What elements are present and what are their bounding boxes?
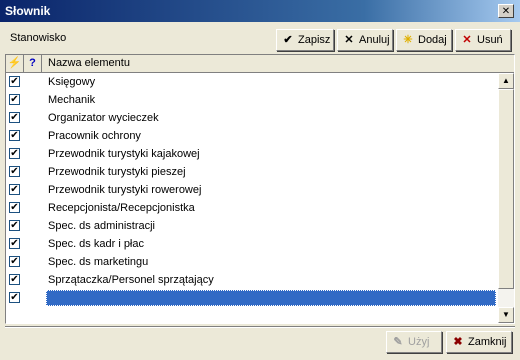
grid-rows: ✔ Księgowy ✔ Mechanik ✔ Organizator wyciecz… (6, 73, 496, 307)
save-button[interactable]: ✔ Zapisz (276, 29, 334, 51)
use-button-label: Użyj (408, 336, 430, 348)
row-checkbox[interactable]: ✔ (9, 220, 20, 231)
row-label: Spec. ds marketingu (48, 256, 149, 268)
row-checkbox[interactable]: ✔ (9, 184, 20, 195)
row-label: Organizator wycieczek (48, 112, 159, 124)
cancel-button[interactable]: ✕ Anuluj (337, 29, 393, 51)
table-row[interactable]: ✔ Księgowy (6, 73, 496, 91)
row-checkbox[interactable]: ✔ (9, 166, 20, 177)
sparkle-icon: ✳ (403, 34, 413, 46)
close-window-button[interactable]: ✕ (498, 4, 514, 18)
table-row[interactable]: ✔ Spec. ds kadr i płac (6, 235, 496, 253)
lightning-icon: ⚡ (7, 57, 22, 69)
table-row[interactable]: ✔ Mechanik (6, 91, 496, 109)
row-checkbox[interactable]: ✔ (9, 112, 20, 123)
table-row[interactable]: ✔ Spec. ds marketingu (6, 253, 496, 271)
dictionary-name-label: Stanowisko (10, 32, 67, 44)
close-icon: ✕ (501, 6, 511, 17)
row-label: Spec. ds kadr i płac (48, 238, 144, 250)
row-label: Recepcjonista/Recepcjonistka (48, 202, 195, 214)
close-x-icon: ✖ (453, 336, 463, 348)
row-checkbox[interactable]: ✔ (9, 202, 20, 213)
row-label: Księgowy (48, 76, 96, 88)
delete-button[interactable]: ✕ Usuń (455, 29, 511, 51)
row-checkbox[interactable]: ✔ (9, 94, 20, 105)
pencil-icon: ✎ (393, 336, 403, 348)
selected-row-editor[interactable] (46, 290, 496, 306)
col-header-flag[interactable]: ⚡ (6, 55, 24, 73)
table-row[interactable]: ✔ Spec. ds administracji (6, 217, 496, 235)
row-label: Pracownik ochrony (48, 130, 141, 142)
table-row[interactable]: ✔ Recepcjonista/Recepcjonistka (6, 199, 496, 217)
table-row[interactable]: ✔ Przewodnik turystyki kajakowej (6, 145, 496, 163)
add-button[interactable]: ✳ Dodaj (396, 29, 452, 51)
items-grid: ⚡ ? Nazwa elementu ✔ Księgowy ✔ Mechanik ✔… (5, 54, 515, 324)
table-row[interactable]: ✔ Pracownik ochrony (6, 127, 496, 145)
row-label: Przewodnik turystyki kajakowej (48, 148, 200, 160)
save-button-label: Zapisz (298, 34, 331, 46)
question-icon: ? (29, 57, 36, 69)
footer-divider (5, 326, 515, 328)
delete-x-icon: ✕ (462, 34, 472, 46)
col-header-help[interactable]: ? (24, 55, 42, 73)
use-button[interactable]: ✎ Użyj (386, 331, 442, 353)
row-label: Mechanik (48, 94, 96, 106)
row-checkbox[interactable]: ✔ (9, 256, 20, 267)
delete-button-label: Usuń (477, 34, 503, 46)
row-checkbox[interactable]: ✔ (9, 238, 20, 249)
row-checkbox[interactable]: ✔ (9, 148, 20, 159)
checkmark-icon: ✔ (283, 34, 293, 46)
table-row[interactable]: ✔ Przewodnik turystyki pieszej (6, 163, 496, 181)
window-title: Słownik (5, 4, 51, 18)
row-label: Spec. ds administracji (48, 220, 155, 232)
col-header-name[interactable]: Nazwa elementu (42, 55, 498, 73)
scroll-down-arrow-icon[interactable]: ▼ (498, 307, 514, 323)
cancel-button-label: Anuluj (359, 34, 390, 46)
scrollbar-thumb[interactable] (498, 89, 514, 289)
scroll-up-arrow-icon[interactable]: ▲ (498, 73, 514, 89)
vertical-scrollbar[interactable]: ▲ ▼ (498, 73, 514, 323)
close-button-label: Zamknij (468, 336, 507, 348)
dictionary-window: Słownik ✕ Stanowisko ✔ Zapisz ✕ Anuluj ✳ Do… (0, 0, 520, 360)
title-bar: Słownik (0, 0, 520, 22)
table-row[interactable]: ✔ Organizator wycieczek (6, 109, 496, 127)
row-checkbox[interactable]: ✔ (9, 76, 20, 87)
table-row[interactable]: ✔ Przewodnik turystyki rowerowej (6, 181, 496, 199)
row-label: Przewodnik turystyki pieszej (48, 166, 186, 178)
table-row[interactable]: ✔ Sprzątaczka/Personel sprzątający (6, 271, 496, 289)
row-label: Przewodnik turystyki rowerowej (48, 184, 202, 196)
table-row-selected[interactable]: ✔ (6, 289, 496, 307)
x-icon: ✕ (344, 34, 354, 46)
row-label: Sprzątaczka/Personel sprzątający (48, 274, 214, 286)
add-button-label: Dodaj (418, 34, 447, 46)
row-checkbox[interactable]: ✔ (9, 292, 20, 303)
grid-header: ⚡ ? Nazwa elementu (6, 55, 514, 73)
row-checkbox[interactable]: ✔ (9, 130, 20, 141)
close-button[interactable]: ✖ Zamknij (446, 331, 512, 353)
row-checkbox[interactable]: ✔ (9, 274, 20, 285)
